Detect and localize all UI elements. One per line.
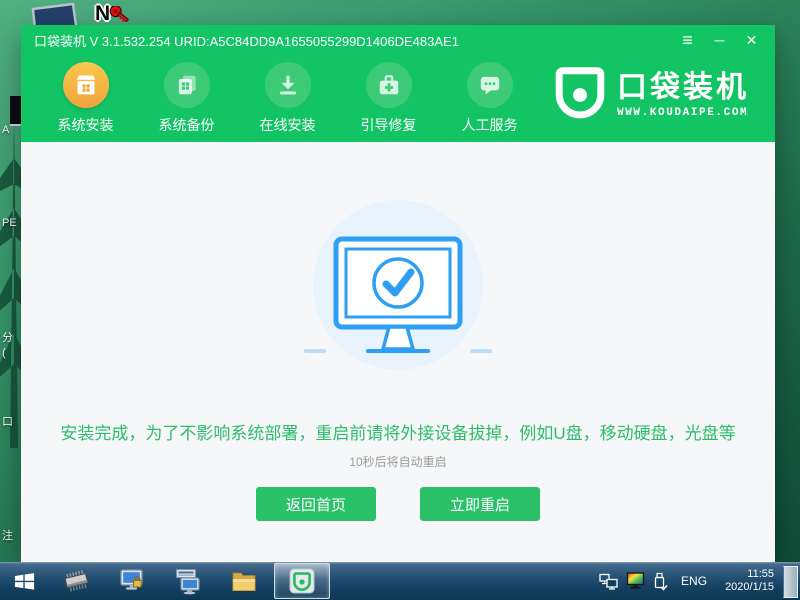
nav-item-system-backup[interactable]: 系统备份 xyxy=(136,62,237,135)
system-tray: ENG 11:55 2020/1/15 xyxy=(599,562,774,600)
desktop-label-fragment: 分 xyxy=(2,332,13,344)
language-indicator[interactable]: ENG xyxy=(681,574,707,588)
shield-pocket-icon xyxy=(554,66,606,124)
desktop-label-fragment: ( xyxy=(2,347,6,359)
restart-countdown: 10秒后将自动重启 xyxy=(349,453,446,470)
restart-now-button[interactable]: 立即重启 xyxy=(420,487,540,521)
taskbar-app-memory-chip[interactable] xyxy=(48,562,104,600)
logo-name: 口袋装机 xyxy=(617,72,749,104)
show-desktop-button[interactable] xyxy=(783,566,798,598)
screen: N A PE 分 ( 口 注 口袋装机 V 3.1.532.254 URID:A… xyxy=(0,0,800,600)
clock-time: 11:55 xyxy=(725,568,774,581)
folder-icon xyxy=(230,567,258,595)
desktop-label-fragment: 注 xyxy=(2,530,13,542)
taskbar: ENG 11:55 2020/1/15 xyxy=(0,562,800,600)
monitor-lock-tool-icon xyxy=(118,567,146,595)
nav-label: 人工服务 xyxy=(462,115,518,135)
nav-label: 引导修复 xyxy=(361,115,417,135)
network-icon[interactable] xyxy=(599,573,618,590)
chat-service-icon xyxy=(467,62,513,108)
action-buttons: 返回首页 立即重启 xyxy=(256,487,540,521)
brand-logo: 口袋装机 WWW.KOUDAIPE.COM xyxy=(554,66,749,124)
nav-label: 系统安装 xyxy=(58,115,114,135)
memory-chip-icon xyxy=(61,567,91,595)
taskbar-app-file-explorer[interactable] xyxy=(216,562,272,600)
desktop-label-fragment: 口 xyxy=(2,416,13,428)
keyboard-monitor-icon xyxy=(174,567,202,595)
usb-device-icon[interactable] xyxy=(653,572,668,591)
nav-item-human-service[interactable]: 人工服务 xyxy=(439,62,540,135)
window-controls: ≡ ─ ✕ xyxy=(679,25,775,55)
display-settings-icon[interactable] xyxy=(626,572,645,590)
windows-logo-icon xyxy=(13,570,36,593)
clock-date: 2020/1/15 xyxy=(725,581,774,594)
download-icon xyxy=(265,62,311,108)
main-navigation: 系统安装 系统备份 xyxy=(21,55,775,142)
taskbar-app-pe-keyboard-tool[interactable] xyxy=(160,562,216,600)
nav-label: 在线安装 xyxy=(260,115,316,135)
desktop-label-fragment: A xyxy=(2,124,9,136)
shield-pocket-taskbar-icon xyxy=(288,567,316,595)
monitor-checkmark-icon xyxy=(298,211,498,361)
close-icon[interactable]: ✕ xyxy=(743,25,760,55)
hidden-desktop-icon-sliver xyxy=(10,96,21,126)
logo-url: WWW.KOUDAIPE.COM xyxy=(617,107,749,119)
completion-message: 安装完成，为了不影响系统部署，重启前请将外接设备拔掉，例如U盘，移动硬盘，光盘等 xyxy=(60,419,735,444)
install-box-icon xyxy=(63,62,109,108)
minimize-icon[interactable]: ─ xyxy=(711,25,728,55)
repair-kit-icon xyxy=(366,62,412,108)
nav-item-online-install[interactable]: 在线安装 xyxy=(237,62,338,135)
logo-text: 口袋装机 WWW.KOUDAIPE.COM xyxy=(617,72,749,119)
backup-copies-icon xyxy=(164,62,210,108)
taskbar-app-koudai-installer[interactable] xyxy=(274,563,330,599)
koudai-installer-window: 口袋装机 V 3.1.532.254 URID:A5C84DD9A1655055… xyxy=(21,25,775,557)
start-button[interactable] xyxy=(0,562,48,600)
window-title: 口袋装机 V 3.1.532.254 URID:A5C84DD9A1655055… xyxy=(21,31,679,50)
menu-icon[interactable]: ≡ xyxy=(679,25,696,55)
main-content: 安装完成，为了不影响系统部署，重启前请将外接设备拔掉，例如U盘，移动硬盘，光盘等… xyxy=(21,142,775,564)
nav-label: 系统备份 xyxy=(159,115,215,135)
nav-item-boot-repair[interactable]: 引导修复 xyxy=(338,62,439,135)
monitor-checkmark-illustration xyxy=(310,197,486,373)
desktop-label-fragment: PE xyxy=(2,217,17,229)
clock[interactable]: 11:55 2020/1/15 xyxy=(725,568,774,594)
nav-item-system-install[interactable]: 系统安装 xyxy=(35,62,136,135)
titlebar[interactable]: 口袋装机 V 3.1.532.254 URID:A5C84DD9A1655055… xyxy=(21,25,775,55)
back-home-button[interactable]: 返回首页 xyxy=(256,487,376,521)
taskbar-app-system-tool[interactable] xyxy=(104,562,160,600)
